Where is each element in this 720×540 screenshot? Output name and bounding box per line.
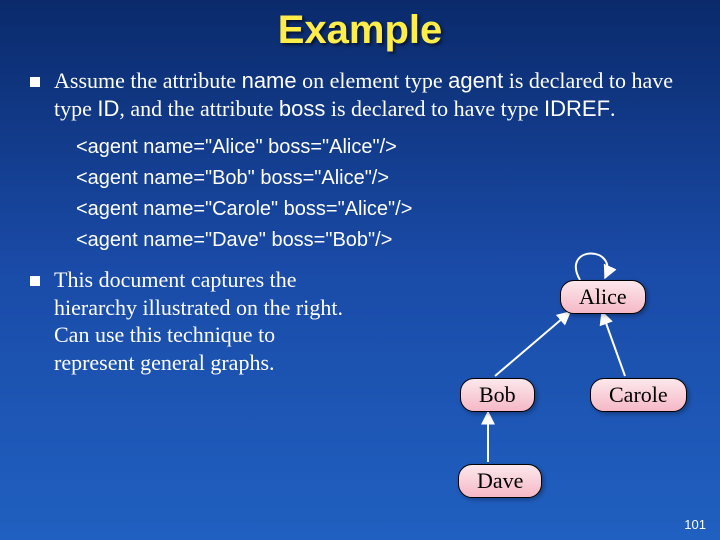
bullet-marker-icon: [30, 77, 40, 87]
bullet-2-text: This document captures the hierarchy ill…: [54, 266, 360, 376]
hierarchy-diagram: Alice Bob Carole Dave: [380, 250, 700, 510]
code-block: <agent name="Alice" boss="Alice"/> <agen…: [76, 132, 690, 256]
slide: Example Assume the attribute name on ele…: [0, 0, 720, 540]
code-line-1: <agent name="Alice" boss="Alice"/>: [76, 132, 690, 163]
edge-carole-alice: [602, 312, 625, 376]
edge-bob-alice: [495, 312, 570, 376]
code-line-2: <agent name="Bob" boss="Alice"/>: [76, 163, 690, 194]
bullet-1-text: Assume the attribute name on element typ…: [54, 67, 690, 122]
bullet-1: Assume the attribute name on element typ…: [30, 67, 690, 122]
code-line-3: <agent name="Carole" boss="Alice"/>: [76, 194, 690, 225]
bullet-marker-icon: [30, 276, 40, 286]
page-number: 101: [684, 517, 706, 532]
edge-alice-alice: [576, 253, 608, 280]
node-carole: Carole: [590, 378, 687, 412]
node-alice: Alice: [560, 280, 646, 314]
slide-title: Example: [30, 8, 690, 53]
node-bob: Bob: [460, 378, 535, 412]
node-dave: Dave: [458, 464, 542, 498]
